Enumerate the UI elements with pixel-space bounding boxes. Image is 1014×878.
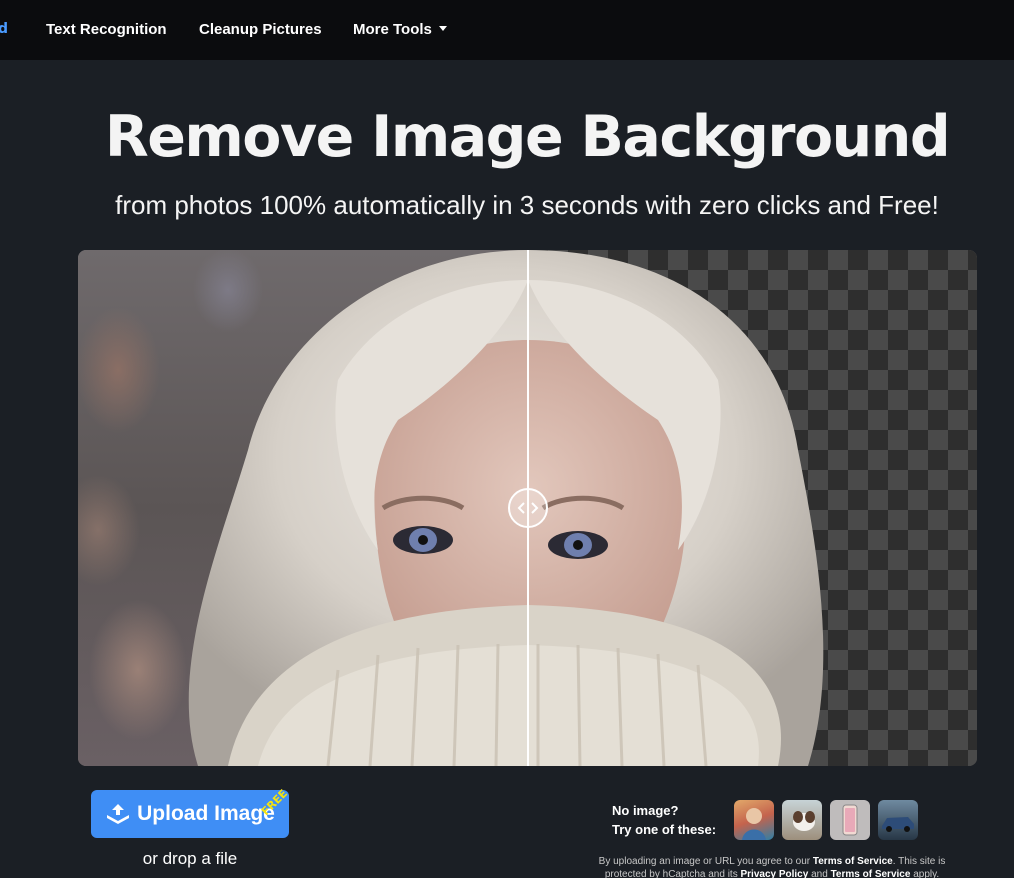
terms-prefix: By uploading an image or URL you agree t…	[598, 856, 811, 867]
terms-of-service-link[interactable]: Terms of Service	[813, 856, 893, 867]
nav-item-text-recognition[interactable]: Text Recognition	[46, 21, 167, 38]
before-after-comparison[interactable]	[78, 250, 977, 766]
phone-photo-icon	[842, 804, 858, 836]
woman-photo-icon	[742, 808, 766, 840]
privacy-policy-link[interactable]: Privacy Policy	[740, 869, 808, 878]
no-image-text: No image?	[612, 803, 679, 818]
sample-image-dog-thumbnail[interactable]	[782, 800, 822, 840]
try-these-text: Try one of these:	[612, 822, 717, 837]
nav-item-cleanup-pictures[interactable]: Cleanup Pictures	[199, 21, 322, 38]
nav-item-more-tools[interactable]: More Tools	[353, 21, 447, 38]
arrows-left-right-icon	[517, 502, 539, 514]
upload-button-label: Upload Image	[137, 802, 275, 825]
caret-down-icon	[438, 25, 447, 31]
drop-file-hint: or drop a file	[142, 849, 238, 868]
sample-images-prompt: No image? Try one of these:	[612, 801, 716, 839]
hcaptcha-terms-link[interactable]: Terms of Service	[831, 869, 911, 878]
sample-image-car-thumbnail[interactable]	[878, 800, 918, 840]
upload-image-button[interactable]: Upload Image	[91, 790, 289, 838]
page-title: Remove Image Background	[104, 104, 951, 170]
more-tools-label: More Tools	[353, 21, 432, 38]
sample-image-woman-thumbnail[interactable]	[734, 800, 774, 840]
terms-suffix: apply.	[913, 869, 940, 878]
top-navbar: d Text Recognition Cleanup Pictures More…	[0, 0, 1014, 60]
page-subtitle: from photos 100% automatically in 3 seco…	[115, 190, 939, 220]
dog-photo-icon	[793, 811, 815, 831]
upload-icon	[107, 804, 130, 824]
slider-handle[interactable]	[508, 488, 548, 528]
car-photo-icon	[882, 817, 914, 832]
nav-item-partial[interactable]: d	[0, 21, 8, 37]
sample-image-phone-thumbnail[interactable]	[830, 800, 870, 840]
terms-notice: By uploading an image or URL you agree t…	[592, 855, 952, 878]
terms-and: and	[811, 869, 828, 878]
